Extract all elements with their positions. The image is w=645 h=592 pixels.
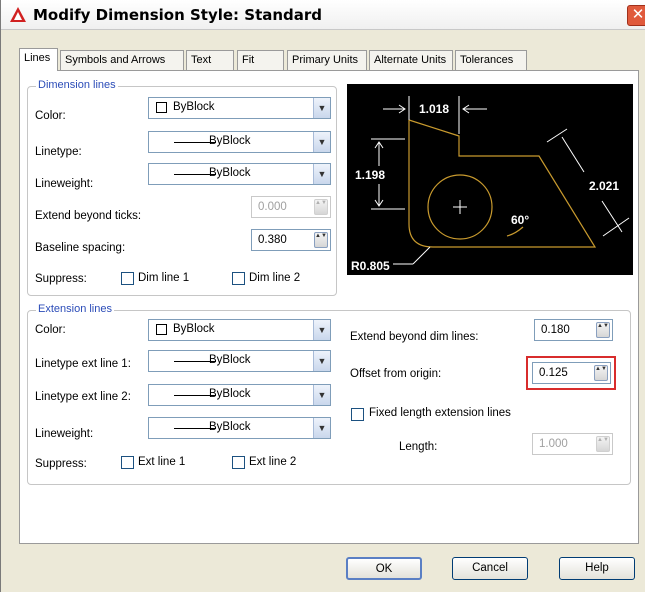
length-input[interactable]: 1.000 ▲▼ [532, 433, 613, 455]
tab-tolerances[interactable]: Tolerances [455, 50, 527, 71]
chevron-down-icon[interactable]: ▼ [313, 98, 330, 118]
ext-lineweight-label: Lineweight: [35, 428, 94, 440]
ext-linetype-2-select[interactable]: ByBlock ▼ [148, 384, 331, 406]
dim-line-1-checkbox[interactable] [121, 272, 134, 285]
chevron-down-icon[interactable]: ▼ [313, 385, 330, 405]
ext-line-2-checkbox[interactable] [232, 456, 245, 469]
length-label: Length: [399, 441, 438, 453]
extend-beyond-dim-lines-value: 0.180 [541, 324, 570, 336]
dim-linetype-label: Linetype: [35, 146, 82, 158]
dim-color-select[interactable]: ByBlock ▼ [148, 97, 331, 119]
dim-color-label: Color: [35, 110, 66, 122]
help-button[interactable]: Help [559, 557, 635, 580]
ext-linetype-1-value: ByBlock [209, 354, 251, 366]
extend-beyond-ticks-input[interactable]: 0.000 ▲▼ [251, 196, 331, 218]
dim-line-2-label: Dim line 2 [249, 272, 301, 284]
dim-suppress-label: Suppress: [35, 273, 87, 285]
tab-lines[interactable]: Lines [19, 48, 58, 71]
ok-button[interactable]: OK [346, 557, 422, 580]
fixed-length-checkbox[interactable] [351, 408, 364, 421]
extend-beyond-ticks-label: Extend beyond ticks: [35, 210, 142, 222]
ext-color-select[interactable]: ByBlock ▼ [148, 319, 331, 341]
ext-suppress-label: Suppress: [35, 458, 87, 470]
dialog-window: Modify Dimension Style: Standard ✕ Lines… [0, 0, 645, 592]
ext-lineweight-select[interactable]: ByBlock ▼ [148, 417, 331, 439]
extend-beyond-dim-lines-input[interactable]: 0.180 ▲▼ [534, 319, 613, 341]
spinner-icon[interactable]: ▲▼ [596, 436, 610, 452]
dimension-lines-legend: Dimension lines [36, 79, 118, 91]
tab-fit[interactable]: Fit [237, 50, 284, 71]
dim-color-value: ByBlock [173, 101, 215, 113]
ext-linetype-1-select[interactable]: ByBlock ▼ [148, 350, 331, 372]
ext-linetype-2-value: ByBlock [209, 388, 251, 400]
title-bar[interactable]: Modify Dimension Style: Standard ✕ [1, 0, 645, 30]
length-value: 1.000 [539, 438, 568, 450]
ext-linetype-1-label: Linetype ext line 1: [35, 358, 131, 370]
spinner-icon[interactable]: ▲▼ [594, 365, 608, 381]
ext-lineweight-value: ByBlock [209, 421, 251, 433]
baseline-spacing-label: Baseline spacing: [35, 242, 126, 254]
tab-primary-units[interactable]: Primary Units [287, 50, 367, 71]
chevron-down-icon[interactable]: ▼ [313, 418, 330, 438]
chevron-down-icon[interactable]: ▼ [313, 164, 330, 184]
color-swatch [156, 102, 167, 113]
close-button[interactable]: ✕ [627, 5, 645, 26]
extension-lines-legend: Extension lines [36, 303, 114, 315]
chevron-down-icon[interactable]: ▼ [313, 351, 330, 371]
preview-dim-left: 1.198 [355, 168, 385, 182]
baseline-spacing-value: 0.380 [258, 234, 287, 246]
preview-image: 1.018 1.198 2.021 60° R0.805 [347, 84, 633, 275]
extend-beyond-dim-lines-label: Extend beyond dim lines: [350, 331, 479, 343]
preview-dim-right: 2.021 [589, 179, 619, 193]
spinner-icon[interactable]: ▲▼ [314, 199, 328, 215]
offset-from-origin-value: 0.125 [539, 367, 568, 379]
preview-angle: 60° [511, 213, 529, 227]
dim-linetype-value: ByBlock [209, 135, 251, 147]
preview-dim-top: 1.018 [419, 102, 449, 116]
window-title: Modify Dimension Style: Standard [33, 6, 323, 24]
tab-text[interactable]: Text [186, 50, 234, 71]
fixed-length-label: Fixed length extension lines [369, 407, 511, 419]
tab-alternate-units[interactable]: Alternate Units [369, 50, 453, 71]
dim-lineweight-select[interactable]: ByBlock ▼ [148, 163, 331, 185]
extend-beyond-ticks-value: 0.000 [258, 201, 287, 213]
dim-line-2-checkbox[interactable] [232, 272, 245, 285]
dim-lineweight-label: Lineweight: [35, 178, 94, 190]
dim-lineweight-value: ByBlock [209, 167, 251, 179]
dim-linetype-select[interactable]: ByBlock ▼ [148, 131, 331, 153]
offset-from-origin-label: Offset from origin: [350, 368, 442, 380]
baseline-spacing-input[interactable]: 0.380 ▲▼ [251, 229, 331, 251]
autocad-icon [10, 7, 26, 22]
ext-line-2-label: Ext line 2 [249, 456, 297, 468]
chevron-down-icon[interactable]: ▼ [313, 132, 330, 152]
tab-symbols-and-arrows[interactable]: Symbols and Arrows [60, 50, 184, 71]
ext-line-1-label: Ext line 1 [138, 456, 186, 468]
chevron-down-icon[interactable]: ▼ [313, 320, 330, 340]
dim-line-1-label: Dim line 1 [138, 272, 190, 284]
offset-from-origin-input[interactable]: 0.125 ▲▼ [532, 362, 611, 384]
spinner-icon[interactable]: ▲▼ [314, 232, 328, 248]
ext-linetype-2-label: Linetype ext line 2: [35, 391, 131, 403]
dimension-preview-drawing: 1.018 1.198 2.021 60° R0.805 [351, 96, 630, 273]
color-swatch [156, 324, 167, 335]
ext-color-value: ByBlock [173, 323, 215, 335]
spinner-icon[interactable]: ▲▼ [596, 322, 610, 338]
cancel-button[interactable]: Cancel [452, 557, 528, 580]
ext-color-label: Color: [35, 324, 66, 336]
preview-radius: R0.805 [351, 259, 390, 273]
ext-line-1-checkbox[interactable] [121, 456, 134, 469]
